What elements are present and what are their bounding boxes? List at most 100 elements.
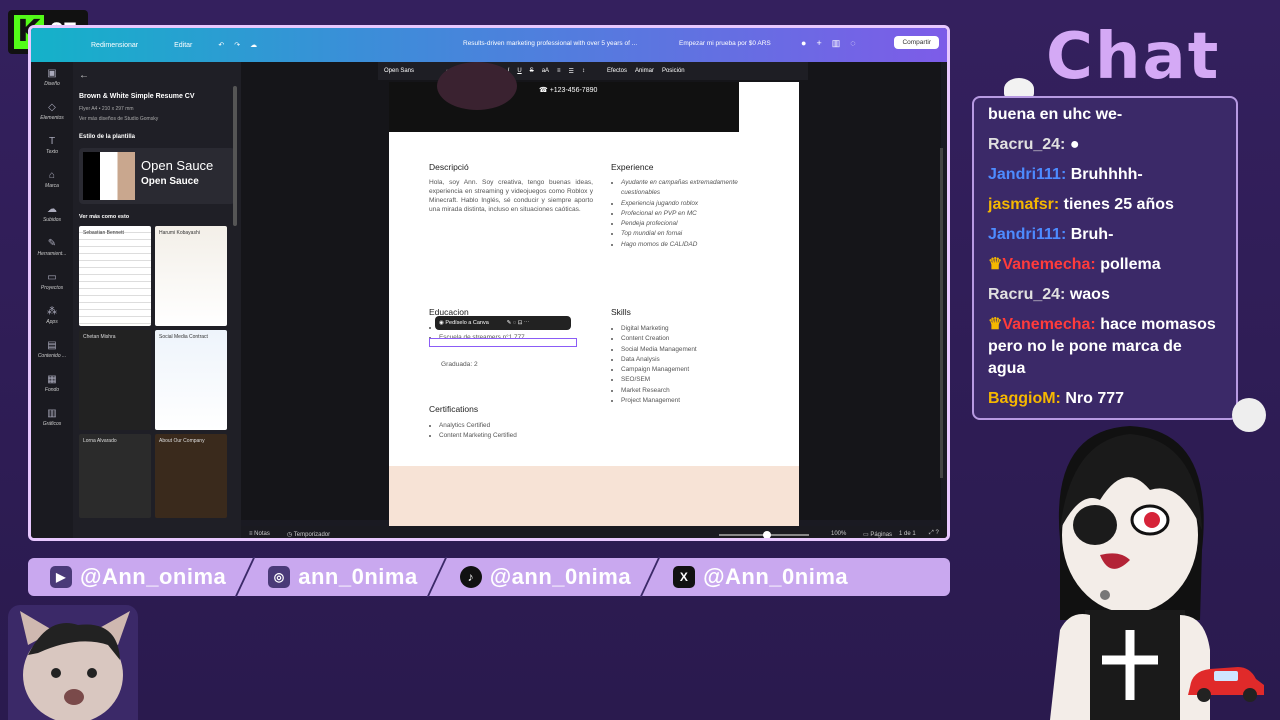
rail-item-content[interactable]: ▤ Contenido ...	[31, 334, 73, 368]
experience-heading[interactable]: Experience	[611, 162, 654, 172]
more-designs-link[interactable]: Ver más diseños de Studio Gomsky	[79, 116, 235, 122]
spacing-icon[interactable]: ↕	[582, 68, 585, 74]
rail-item-design[interactable]: ▣ Diseño	[31, 62, 73, 96]
chat-title: Chat	[1046, 20, 1221, 94]
crown-icon: ♛	[988, 316, 1003, 333]
fullscreen-icon[interactable]: ⤢ ?	[929, 530, 939, 537]
effects-button[interactable]: Efectos	[607, 68, 627, 74]
align-icon[interactable]: ≡	[557, 68, 561, 74]
text-icon: T	[48, 136, 56, 147]
edit-icon[interactable]: ✎ ◌ ⊡ ⋯	[507, 320, 530, 326]
rail-item-projects[interactable]: ▭ Proyectos	[31, 266, 73, 300]
divider	[234, 557, 256, 597]
zoom-slider-handle[interactable]	[763, 531, 771, 538]
canva-window: Redimensionar Editar ↶ ↷ ☁ Results-drive…	[28, 25, 950, 541]
list-item: Social Media Management	[621, 345, 761, 355]
skills-list[interactable]: Digital Marketing Content Creation Socia…	[611, 324, 761, 406]
background-icon: ▦	[47, 374, 57, 385]
profile-photo	[437, 62, 517, 110]
phone-number: ☎ +123-456-7890	[539, 87, 598, 94]
experience-list[interactable]: Ayudante en campañas extremadamente cues…	[611, 178, 741, 250]
rail-item-elements[interactable]: ◇ Elementos	[31, 96, 73, 130]
elements-icon: ◇	[48, 102, 56, 113]
underline-icon[interactable]: U	[517, 68, 521, 74]
document-title[interactable]: Results-driven marketing professional wi…	[463, 40, 637, 47]
description-heading[interactable]: Descripció	[429, 162, 469, 172]
instagram-icon: ◎	[268, 566, 291, 588]
template-thumb[interactable]: Chetan Mishra	[79, 330, 151, 430]
x-icon: X	[673, 566, 696, 588]
rail-item-tools[interactable]: ✎ Herramient...	[31, 232, 73, 266]
rail-item-text[interactable]: T Texto	[31, 130, 73, 164]
rail-item-brand[interactable]: ⌂ Marca	[31, 164, 73, 198]
ask-canva-popup[interactable]: ◉ Pedíselo a Canva ✎ ◌ ⊡ ⋯	[435, 316, 571, 330]
panel-scrollbar[interactable]	[233, 86, 237, 226]
side-rail: ▣ Diseño ◇ Elementos T Texto ⌂ Marca ☁ Subido…	[31, 62, 73, 538]
redo-icon[interactable]: ↷	[234, 41, 240, 49]
resume-header: ☎ +123-456-7890	[389, 62, 739, 132]
edit-button[interactable]: Editar	[174, 42, 192, 49]
font-select[interactable]: Open Sans	[384, 68, 414, 74]
chat-message: Jandri111: Bruhhhh-	[988, 166, 1143, 183]
rail-item-uploads[interactable]: ☁ Subidos	[31, 198, 73, 232]
timer-button[interactable]: ◷ Temporizador	[287, 531, 330, 538]
emote-icon: ●	[1069, 136, 1080, 153]
avatar-icon[interactable]: ●	[801, 38, 806, 49]
chart-icon[interactable]: ▥	[832, 38, 841, 49]
share-button[interactable]: Compartir	[894, 36, 939, 49]
template-thumb[interactable]: Harumi Kobayashi	[155, 226, 227, 326]
back-icon[interactable]: ←	[79, 70, 235, 81]
template-thumb[interactable]: About Our Company	[155, 434, 227, 518]
strikethrough-icon[interactable]: S	[530, 68, 534, 74]
skills-heading[interactable]: Skills	[611, 307, 631, 317]
list-item: Top mundial en fornai	[621, 229, 741, 239]
upload-icon: ☁	[47, 204, 57, 215]
certifications-list[interactable]: Analytics Certified Content Marketing Ce…	[429, 421, 579, 442]
zoom-level[interactable]: 100%	[831, 531, 846, 537]
graduation-text[interactable]: Graduada: 2	[441, 360, 521, 369]
text-selection-box[interactable]	[429, 338, 577, 347]
comment-icon[interactable]: ◌	[850, 38, 855, 49]
template-size: Flyer A4 • 210 x 297 mm	[79, 106, 134, 112]
moon-decoration	[1232, 398, 1266, 432]
list-item: Data Analysis	[621, 355, 761, 365]
description-text[interactable]: Hola, soy Ann. Soy creativa, tengo buena…	[429, 178, 593, 214]
brand-icon: ⌂	[48, 170, 56, 181]
rail-item-charts[interactable]: ▥ Gráficos	[31, 402, 73, 436]
rail-item-apps[interactable]: ⁂ Apps	[31, 300, 73, 334]
notes-button[interactable]: ≡ Notas	[249, 531, 270, 537]
page-footer-band	[389, 466, 799, 526]
list-item: Ayudante en campañas extremadamente cues…	[621, 178, 741, 199]
design-icon: ▣	[47, 68, 57, 79]
animate-button[interactable]: Animar	[635, 68, 654, 74]
font-style-card[interactable]: Open Sauce Open Sauce	[79, 148, 235, 204]
resume-page: ☎ +123-456-7890 Descripció Hola, soy Ann…	[389, 62, 799, 526]
zoom-slider[interactable]	[719, 531, 809, 538]
template-thumb[interactable]: Lorna Alvarado	[79, 434, 151, 518]
font-name-bold: Open Sauce	[141, 176, 199, 187]
list-icon[interactable]: ☰	[569, 68, 574, 75]
list-item: Experiencia jugando roblox	[621, 199, 741, 209]
undo-icon[interactable]: ↶	[218, 41, 224, 49]
social-x: X @Ann_0nima	[673, 564, 848, 590]
template-thumb[interactable]: Social Media Contract	[155, 330, 227, 430]
add-icon[interactable]: +	[816, 38, 821, 49]
cloud-save-icon[interactable]: ☁	[250, 41, 257, 49]
content-icon: ▤	[47, 340, 57, 351]
canvas-scrollbar[interactable]	[940, 148, 943, 478]
pages-button[interactable]: ▭ Páginas	[863, 531, 892, 538]
divider	[426, 557, 448, 597]
template-thumb[interactable]: Sebastian Bennett	[79, 226, 151, 326]
rail-item-background[interactable]: ▦ Fondo	[31, 368, 73, 402]
template-title: Brown & White Simple Resume CV	[79, 93, 195, 100]
case-icon[interactable]: aA	[542, 68, 549, 74]
resize-button[interactable]: Redimensionar	[91, 42, 138, 49]
tiktok-icon: ♪	[459, 566, 482, 588]
bottom-bar: ≡ Notas ◷ Temporizador 100% ▭ Páginas 1 …	[241, 526, 947, 538]
position-button[interactable]: Posición	[662, 68, 685, 74]
list-item: Profecional en PVP en MC	[621, 209, 741, 219]
list-item: Digital Marketing	[621, 324, 761, 334]
crown-icon: ♛	[988, 256, 1003, 273]
certifications-heading[interactable]: Certifications	[429, 404, 478, 414]
trial-button[interactable]: Empezar mi prueba por $0 ARS	[679, 40, 771, 47]
